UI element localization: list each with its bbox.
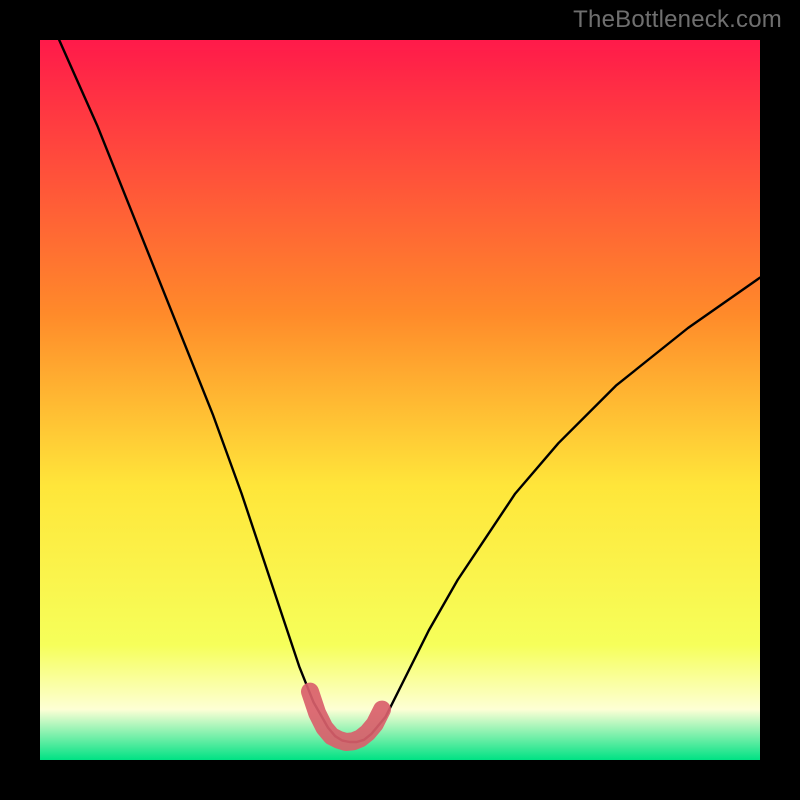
- watermark-text: TheBottleneck.com: [573, 6, 782, 34]
- gradient-background: [40, 40, 760, 760]
- chart-frame: TheBottleneck.com: [0, 0, 800, 800]
- bottleneck-chart: [40, 40, 760, 760]
